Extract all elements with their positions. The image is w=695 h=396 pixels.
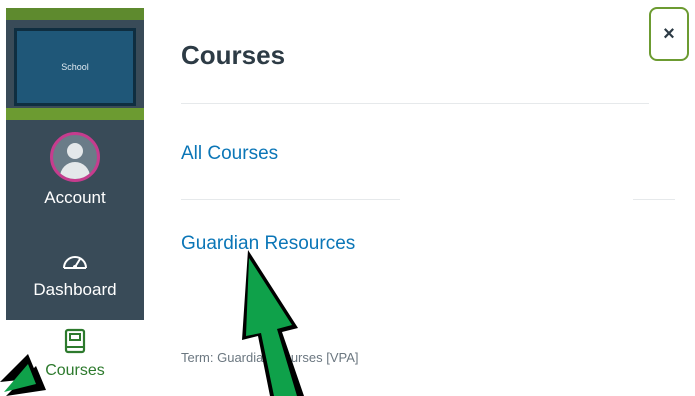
green-arrow-icon	[0, 354, 46, 396]
nav-item-dashboard-label: Dashboard	[33, 280, 117, 299]
nav-item-account[interactable]: Account	[6, 132, 144, 208]
school-logo[interactable]: School	[14, 28, 136, 106]
tray-title: Courses	[181, 40, 286, 70]
nav-item-account-label: Account	[44, 188, 106, 207]
nav-accent-bar-bottom	[6, 108, 144, 120]
nav-item-dashboard[interactable]: Dashboard	[6, 248, 144, 300]
green-arrow-icon	[242, 250, 304, 396]
divider	[181, 199, 400, 200]
all-courses-link[interactable]: All Courses	[181, 143, 278, 165]
speedometer-icon	[63, 256, 87, 269]
close-button[interactable]: ×	[649, 7, 689, 61]
user-avatar-icon	[50, 132, 100, 182]
global-nav: School Account Dashboard	[6, 8, 144, 320]
close-icon: ×	[663, 22, 675, 45]
divider	[181, 103, 649, 104]
nav-accent-bar-top	[6, 8, 144, 20]
divider	[633, 199, 675, 200]
school-logo-text: School	[61, 62, 89, 72]
